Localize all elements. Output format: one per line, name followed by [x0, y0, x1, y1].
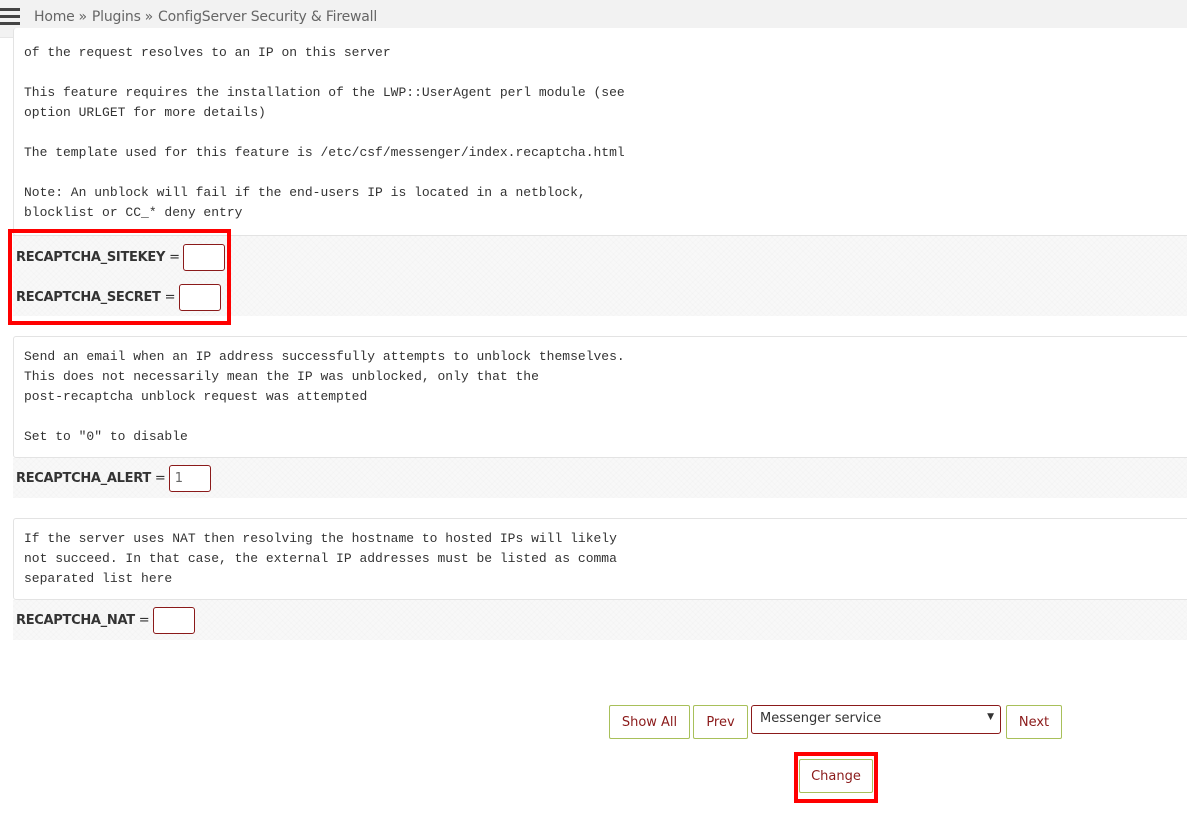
recaptcha-secret-row: RECAPTCHA_SECRET =	[16, 284, 221, 311]
breadcrumb-plugins[interactable]: Plugins	[92, 9, 141, 25]
prev-button[interactable]: Prev	[693, 705, 748, 739]
breadcrumb-home[interactable]: Home	[34, 9, 75, 25]
recaptcha-secret-input[interactable]	[178, 284, 221, 311]
recaptcha-nat-setting: RECAPTCHA_NAT =	[13, 600, 1187, 640]
equals-sign: =	[138, 613, 150, 628]
breadcrumb-separator: »	[144, 9, 154, 25]
recaptcha-keys-setting: RECAPTCHA_SITEKEY = RECAPTCHA_SECRET =	[13, 235, 1187, 316]
equals-sign: =	[154, 471, 166, 486]
breadcrumb-csf[interactable]: ConfigServer Security & Firewall	[158, 9, 377, 25]
equals-sign: =	[164, 290, 176, 305]
change-button[interactable]: Change	[799, 759, 873, 793]
recaptcha-sitekey-label: RECAPTCHA_SITEKEY	[16, 250, 166, 265]
recaptcha-sitekey-row: RECAPTCHA_SITEKEY =	[16, 244, 225, 271]
recaptcha-alert-setting: RECAPTCHA_ALERT =	[13, 458, 1187, 498]
recaptcha-sitekey-input[interactable]	[183, 244, 225, 271]
show-all-button[interactable]: Show All	[609, 705, 690, 739]
section-select-value: Messenger service	[760, 711, 882, 726]
breadcrumb: Home» Plugins» ConfigServer Security & Fir…	[34, 9, 377, 25]
recaptcha-nat-input[interactable]	[152, 607, 195, 634]
recaptcha-nat-description: If the server uses NAT then resolving th…	[13, 518, 1187, 600]
recaptcha-alert-row: RECAPTCHA_ALERT =	[16, 465, 211, 492]
hamburger-menu-icon[interactable]	[0, 8, 20, 26]
section-select[interactable]: Messenger service ▼	[751, 705, 1001, 734]
recaptcha-secret-label: RECAPTCHA_SECRET	[16, 290, 161, 305]
recaptcha-nat-row: RECAPTCHA_NAT =	[16, 607, 195, 634]
recaptcha-alert-description: Send an email when an IP address success…	[13, 336, 1187, 458]
next-button[interactable]: Next	[1006, 705, 1062, 739]
recaptcha-alert-label: RECAPTCHA_ALERT	[16, 471, 151, 486]
recaptcha-intro-description: of the request resolves to an IP on this…	[13, 28, 1187, 236]
recaptcha-nat-label: RECAPTCHA_NAT	[16, 613, 135, 628]
dropdown-arrow-icon: ▼	[987, 712, 994, 722]
recaptcha-alert-input[interactable]	[168, 465, 211, 492]
breadcrumb-separator: »	[78, 9, 88, 25]
equals-sign: =	[169, 250, 180, 265]
